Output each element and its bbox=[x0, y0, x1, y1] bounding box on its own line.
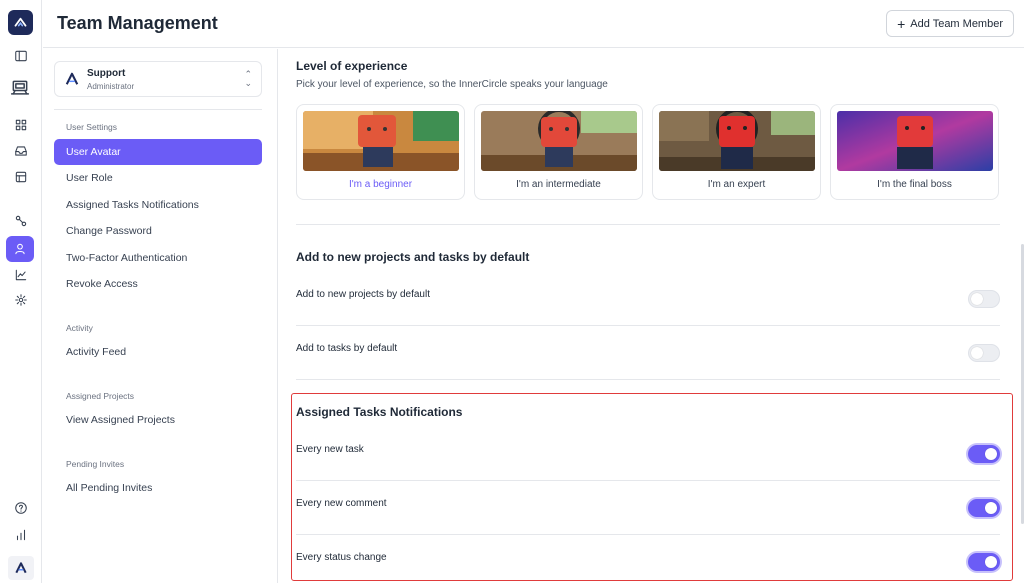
default-tasks-toggle[interactable] bbox=[968, 344, 1000, 362]
laptop-icon[interactable] bbox=[7, 76, 33, 100]
user-icon[interactable] bbox=[6, 236, 34, 262]
avatar-intermediate-image bbox=[481, 111, 637, 171]
experience-card-label: I'm a beginner bbox=[348, 179, 413, 190]
every-new-task-toggle[interactable] bbox=[968, 445, 1000, 463]
add-team-member-label: Add Team Member bbox=[910, 17, 1003, 30]
app-logo-icon[interactable] bbox=[8, 10, 33, 35]
toggle-knob bbox=[971, 293, 983, 305]
analytics-icon[interactable] bbox=[11, 265, 31, 285]
row-divider bbox=[296, 534, 1000, 535]
toggle-knob bbox=[985, 556, 997, 568]
sidebar-divider bbox=[54, 109, 262, 110]
sidebar-item-activity-feed[interactable]: Activity Feed bbox=[54, 339, 262, 365]
account-switcher[interactable]: Support Administrator ⌃ ⌄ bbox=[54, 61, 262, 97]
every-new-comment-toggle[interactable] bbox=[968, 499, 1000, 517]
default-tasks-label: Add to tasks by default bbox=[296, 343, 398, 354]
page-title: Team Management bbox=[57, 13, 218, 33]
sidebar-toggle-icon[interactable] bbox=[11, 46, 31, 66]
experience-subtitle: Pick your level of experience, so the In… bbox=[296, 79, 608, 90]
avatar-beginner-image bbox=[303, 111, 459, 171]
add-team-member-button[interactable]: + Add Team Member bbox=[886, 10, 1014, 37]
every-status-change-toggle[interactable] bbox=[968, 553, 1000, 571]
sidebar-item-user-role[interactable]: User Role bbox=[54, 165, 262, 191]
account-name: Support bbox=[87, 68, 126, 79]
workflow-icon[interactable] bbox=[11, 211, 31, 231]
help-icon[interactable] bbox=[11, 498, 31, 518]
experience-options: I'm a beginner I'm an intermediate I'm a… bbox=[296, 104, 999, 200]
experience-card-final-boss[interactable]: I'm the final boss bbox=[830, 104, 999, 200]
every-new-task-label: Every new task bbox=[296, 444, 364, 455]
defaults-title: Add to new projects and tasks by default bbox=[296, 250, 530, 264]
default-projects-toggle[interactable] bbox=[968, 290, 1000, 308]
default-projects-label: Add to new projects by default bbox=[296, 289, 430, 300]
settings-gear-icon[interactable] bbox=[11, 290, 31, 310]
settings-content: Level of experience Pick your level of e… bbox=[279, 49, 1024, 583]
section-divider bbox=[296, 379, 1000, 380]
experience-card-intermediate[interactable]: I'm an intermediate bbox=[474, 104, 643, 200]
toggle-knob bbox=[985, 502, 997, 514]
bar-chart-icon[interactable] bbox=[11, 525, 31, 545]
settings-sidebar: Support Administrator ⌃ ⌄ User Settings U… bbox=[43, 49, 278, 583]
sidebar-item-change-password[interactable]: Change Password bbox=[54, 218, 262, 244]
bottom-logo-icon[interactable] bbox=[8, 556, 34, 580]
avatar-expert-image bbox=[659, 111, 815, 171]
section-label-pending-invites: Pending Invites bbox=[66, 459, 125, 469]
inbox-icon[interactable] bbox=[11, 141, 31, 161]
section-label-activity: Activity bbox=[66, 323, 93, 333]
sidebar-item-assigned-tasks-notifications[interactable]: Assigned Tasks Notifications bbox=[54, 192, 262, 218]
toggle-knob bbox=[971, 347, 983, 359]
sidebar-item-user-avatar[interactable]: User Avatar bbox=[54, 139, 262, 165]
toggle-knob bbox=[985, 448, 997, 460]
experience-card-beginner[interactable]: I'm a beginner bbox=[296, 104, 465, 200]
experience-card-expert[interactable]: I'm an expert bbox=[652, 104, 821, 200]
row-divider bbox=[296, 480, 1000, 481]
experience-card-label: I'm an expert bbox=[707, 179, 766, 190]
section-divider bbox=[296, 224, 1000, 225]
notifications-title: Assigned Tasks Notifications bbox=[296, 405, 463, 419]
avatar-final-boss-image bbox=[837, 111, 993, 171]
experience-card-label: I'm an intermediate bbox=[516, 179, 601, 190]
highlight-box bbox=[291, 393, 1013, 581]
row-divider bbox=[296, 325, 1000, 326]
page-header: Team Management + Add Team Member bbox=[43, 0, 1024, 48]
dashboard-grid-icon[interactable] bbox=[11, 115, 31, 135]
calendar-board-icon[interactable] bbox=[11, 167, 31, 187]
every-status-change-label: Every status change bbox=[296, 552, 387, 563]
sidebar-item-revoke-access[interactable]: Revoke Access bbox=[54, 271, 262, 297]
account-role: Administrator bbox=[87, 82, 135, 91]
experience-title: Level of experience bbox=[296, 59, 408, 73]
section-label-assigned-projects: Assigned Projects bbox=[66, 391, 135, 401]
sidebar-item-two-factor-authentication[interactable]: Two-Factor Authentication bbox=[54, 245, 262, 271]
every-new-comment-label: Every new comment bbox=[296, 498, 387, 509]
section-label-user-settings: User Settings bbox=[66, 122, 118, 132]
account-logo-icon bbox=[65, 72, 79, 85]
plus-icon: + bbox=[897, 15, 906, 32]
sidebar-item-view-assigned-projects[interactable]: View Assigned Projects bbox=[54, 407, 262, 433]
chevron-up-down-icon: ⌃ ⌄ bbox=[244, 69, 252, 88]
experience-card-label: I'm the final boss bbox=[877, 179, 952, 190]
icon-rail bbox=[0, 0, 42, 583]
sidebar-item-all-pending-invites[interactable]: All Pending Invites bbox=[54, 475, 262, 501]
